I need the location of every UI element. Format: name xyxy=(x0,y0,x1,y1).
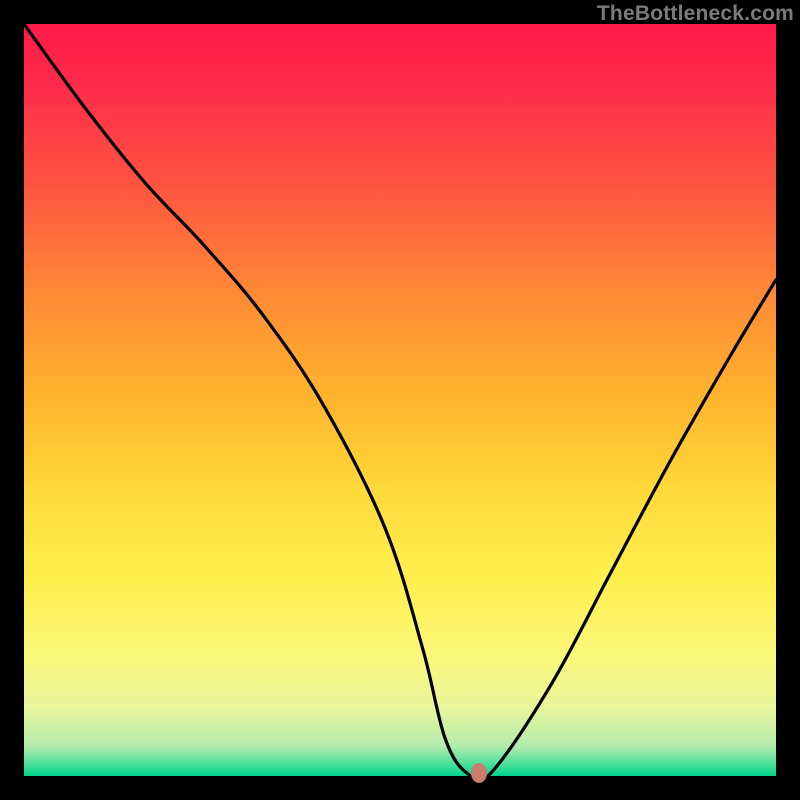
plot-area xyxy=(24,24,776,776)
curve-svg xyxy=(24,24,776,776)
curve-marker xyxy=(471,763,487,783)
watermark-text: TheBottleneck.com xyxy=(597,2,794,26)
chart-frame: TheBottleneck.com xyxy=(0,0,800,800)
curve-line xyxy=(24,24,776,776)
